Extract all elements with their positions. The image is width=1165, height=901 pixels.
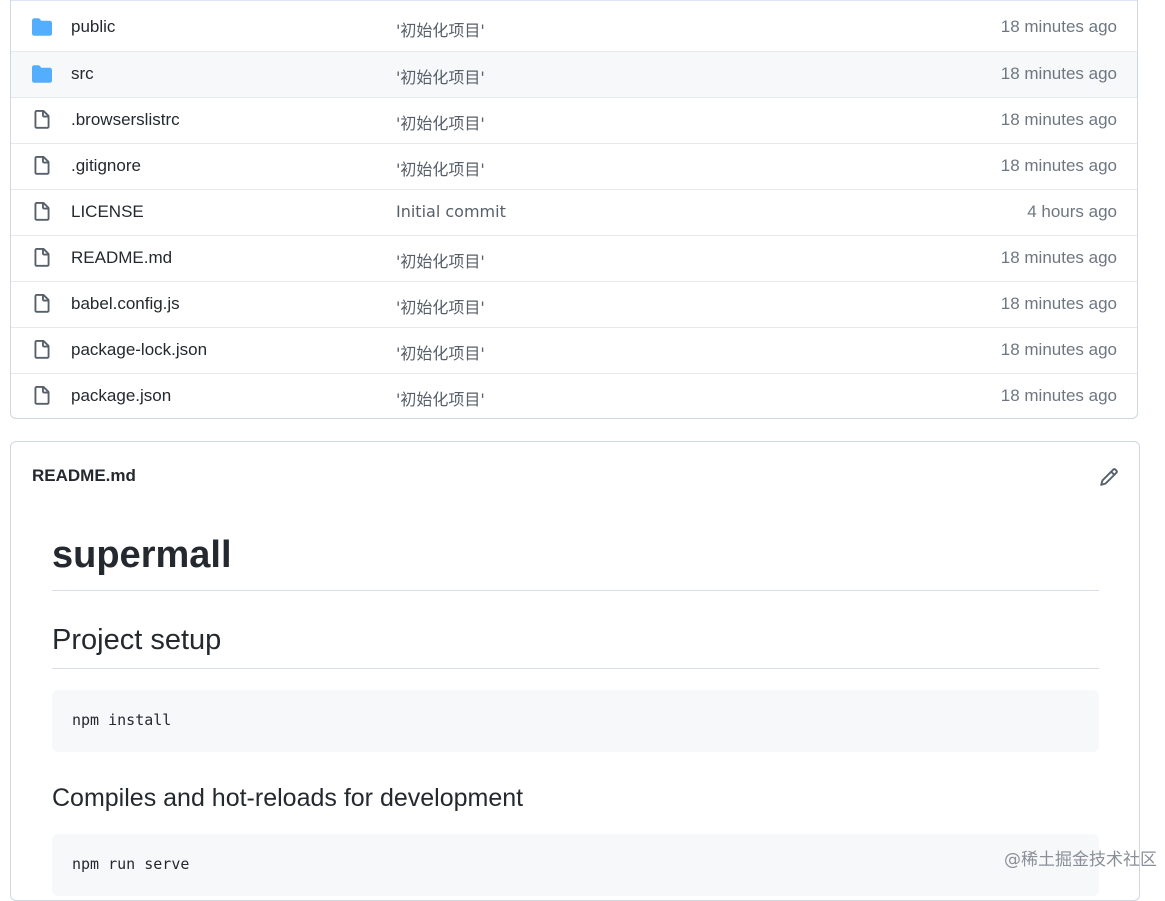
file-row[interactable]: README.md '初始化项目' 18 minutes ago: [11, 235, 1137, 281]
file-name-link[interactable]: package-lock.json: [71, 340, 207, 360]
file-name-link[interactable]: .gitignore: [71, 156, 141, 176]
readme-filename[interactable]: README.md: [32, 466, 136, 486]
commit-message-link[interactable]: '初始化项目': [396, 248, 485, 272]
commit-age: 18 minutes ago: [1000, 156, 1117, 175]
file-row[interactable]: LICENSE Initial commit 4 hours ago: [11, 189, 1137, 235]
file-row[interactable]: package.json '初始化项目' 18 minutes ago: [11, 373, 1137, 419]
file-name-link[interactable]: package.json: [71, 386, 171, 406]
readme-heading-2: Project setup: [52, 624, 1099, 669]
readme-heading-1-text: supermall: [52, 534, 232, 576]
commit-message-link[interactable]: '初始化项目': [396, 110, 485, 134]
code-block-serve: npm run serve: [52, 834, 1099, 896]
commit-message-link[interactable]: '初始化项目': [396, 294, 485, 318]
watermark: @稀土掘金技术社区: [1004, 850, 1157, 870]
commit-age: 18 minutes ago: [1000, 64, 1117, 83]
file-icon: [31, 202, 53, 222]
readme-panel: README.md supermall Project setup npm in…: [10, 441, 1140, 901]
commit-message-link[interactable]: '初始化项目': [396, 17, 485, 41]
commit-age: 18 minutes ago: [1000, 17, 1117, 36]
file-icon: [31, 340, 53, 360]
file-row[interactable]: babel.config.js '初始化项目' 18 minutes ago: [11, 281, 1137, 327]
commit-age: 4 hours ago: [1027, 202, 1117, 221]
pencil-icon[interactable]: [1099, 467, 1119, 487]
commit-message-link[interactable]: '初始化项目': [396, 156, 485, 180]
commit-age: 18 minutes ago: [1000, 248, 1117, 267]
folder-icon: [31, 17, 53, 37]
commit-message-link[interactable]: Initial commit: [396, 202, 506, 221]
commit-age: 18 minutes ago: [1000, 110, 1117, 129]
file-icon: [31, 156, 53, 176]
code-block-install: npm install: [52, 690, 1099, 752]
file-name-link[interactable]: public: [71, 17, 115, 37]
commit-age: 18 minutes ago: [1000, 340, 1117, 359]
file-list: public '初始化项目' 18 minutes ago src '初始化项目' 18 …: [10, 0, 1138, 419]
file-row[interactable]: .gitignore '初始化项目' 18 minutes ago: [11, 143, 1137, 189]
code-block-serve-text: npm run serve: [72, 855, 190, 873]
file-name-link[interactable]: src: [71, 64, 94, 84]
file-row[interactable]: .browserslistrc '初始化项目' 18 minutes ago: [11, 97, 1137, 143]
file-name-link[interactable]: LICENSE: [71, 202, 144, 222]
file-row[interactable]: src '初始化项目' 18 minutes ago: [11, 51, 1137, 97]
file-row[interactable]: public '初始化项目' 18 minutes ago: [11, 1, 1137, 51]
file-row[interactable]: package-lock.json '初始化项目' 18 minutes ago: [11, 327, 1137, 373]
code-block-install-text: npm install: [72, 711, 172, 729]
commit-age: 18 minutes ago: [1000, 386, 1117, 405]
commit-message-link[interactable]: '初始化项目': [396, 386, 485, 410]
file-icon: [31, 110, 53, 130]
file-icon: [31, 248, 53, 268]
readme-heading-3: Compiles and hot-reloads for development: [52, 784, 524, 812]
folder-icon: [31, 64, 53, 84]
commit-age: 18 minutes ago: [1000, 294, 1117, 313]
commit-message-link[interactable]: '初始化项目': [396, 340, 485, 364]
file-name-link[interactable]: .browserslistrc: [71, 110, 180, 130]
file-name-link[interactable]: README.md: [71, 248, 172, 268]
file-icon: [31, 294, 53, 314]
commit-message-link[interactable]: '初始化项目': [396, 64, 485, 88]
readme-heading-1: supermall: [52, 532, 1099, 591]
file-icon: [31, 386, 53, 406]
file-name-link[interactable]: babel.config.js: [71, 294, 180, 314]
